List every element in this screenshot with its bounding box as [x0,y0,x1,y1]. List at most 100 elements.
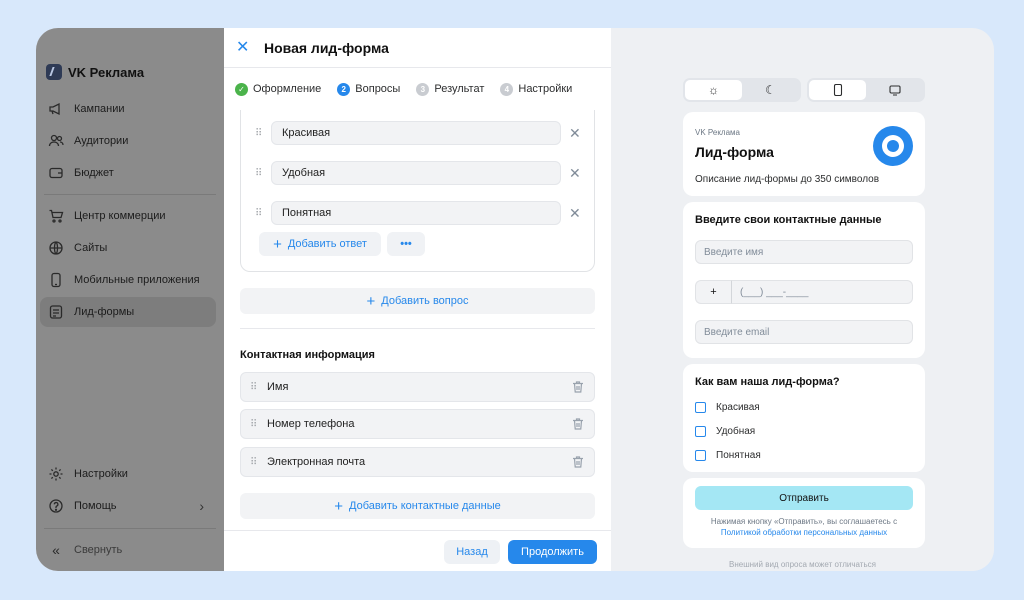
sidebar-item-label: Аудитории [74,135,129,147]
wallet-icon [48,165,64,181]
preview-name-input[interactable]: Введите имя [695,240,913,264]
step-label: Оформление [253,83,322,95]
remove-answer-icon[interactable]: ✕ [569,205,581,222]
preview-note: Внешний вид опроса может отличаться [729,560,876,569]
close-icon[interactable]: ✕ [236,39,250,55]
sidebar-item-label: Мобильные приложения [74,274,200,286]
contact-field-row[interactable]: ⠿ Имя [240,372,595,402]
trash-icon[interactable] [571,417,585,431]
contact-field-row[interactable]: ⠿ Электронная почта [240,447,595,477]
add-contact-label: Добавить контактные данные [349,500,501,512]
divider [240,328,595,329]
trash-icon[interactable] [571,380,585,394]
more-options-button[interactable]: ••• [387,232,425,256]
sidebar-divider [44,194,216,195]
moon-icon[interactable]: ☾ [742,80,799,100]
sidebar-item-sites[interactable]: Сайты [40,233,216,263]
drag-handle-icon[interactable]: ⠿ [255,168,271,179]
sidebar-item-lead-forms[interactable]: Лид-формы [40,297,216,327]
continue-button[interactable]: Продолжить [508,540,597,564]
step-label: Результат [434,83,485,95]
contact-field-label: Номер телефона [267,418,355,430]
plus-icon: + [334,497,344,515]
smartphone-icon [48,272,64,288]
gear-icon [48,466,64,482]
step-number: 3 [416,82,430,96]
answer-input[interactable]: Красивая [271,121,561,145]
preview-contact-card: Введите свои контактные данные Введите и… [683,202,925,358]
drag-handle-icon[interactable]: ⠿ [255,128,271,139]
checkbox[interactable] [695,426,706,437]
sidebar-item-label: Центр коммерции [74,210,166,222]
desktop-device-icon[interactable] [866,80,923,100]
preview-contact-title: Введите свои контактные данные [695,214,882,226]
device-toggle [807,78,925,102]
preview-phone-input[interactable]: (___) ___-____ [731,280,913,304]
check-icon: ✓ [235,82,248,96]
sidebar-item-label: Сайты [74,242,108,254]
answer-input[interactable]: Удобная [271,161,561,185]
form-logo-icon [873,126,913,166]
step-label: Настройки [518,83,573,95]
vk-ads-logo-icon [46,64,62,80]
checkbox[interactable] [695,402,706,413]
sidebar-collapse-label: Свернуть [74,544,123,556]
sidebar-item-campaigns[interactable]: Кампании [40,94,216,124]
mobile-device-icon[interactable] [809,80,866,100]
remove-answer-icon[interactable]: ✕ [569,165,581,182]
back-button[interactable]: Назад [444,540,500,564]
sidebar-item-audiences[interactable]: Аудитории [40,126,216,156]
sidebar-item-help[interactable]: Помощь › [40,491,216,521]
plus-icon: + [273,235,282,253]
users-icon [48,133,64,149]
add-contact-button[interactable]: + Добавить контактные данные [240,493,595,519]
answer-input[interactable]: Понятная [271,201,561,225]
preview-option[interactable]: Удобная [695,426,755,437]
step-number: 4 [500,82,514,96]
sidebar-item-commerce[interactable]: Центр коммерции [40,201,216,231]
question-card: ⠿ Красивая ✕ ⠿ Удобная ✕ ⠿ Понятная ✕ + … [240,110,595,272]
preview-question-card: Как вам наша лид-форма? Красивая Удобная… [683,364,925,472]
drag-handle-icon[interactable]: ⠿ [250,457,267,468]
sidebar-collapse[interactable]: « Свернуть [40,535,216,565]
double-chevron-left-icon: « [52,542,60,558]
preview-title: Лид-форма [695,144,774,160]
answer-row: ⠿ Красивая ✕ [255,120,585,146]
help-icon [48,498,64,514]
legal-text: Нажимая кнопку «Отправить», вы соглашает… [710,517,898,526]
preview-option[interactable]: Красивая [695,402,760,413]
preview-email-input[interactable]: Введите email [695,320,913,344]
drag-handle-icon[interactable]: ⠿ [250,382,267,393]
page-title: Новая лид-форма [264,39,389,56]
step-design[interactable]: ✓ Оформление [235,82,322,96]
privacy-policy-link[interactable]: Политикой обработки персональных данных [721,528,887,537]
option-label: Удобная [716,426,756,437]
phone-preview: VK Реклама Лид-форма Описание лид-формы … [683,112,925,548]
sidebar-item-apps[interactable]: Мобильные приложения [40,265,216,295]
option-label: Понятная [716,450,761,461]
editor-header: ✕ Новая лид-форма [224,28,611,68]
contact-field-row[interactable]: ⠿ Номер телефона [240,409,595,439]
drag-handle-icon[interactable]: ⠿ [255,208,271,219]
option-label: Красивая [716,402,760,413]
step-result[interactable]: 3 Результат [416,82,485,96]
sidebar: VK Реклама Кампании Аудитории Бюджет Цен… [36,28,224,571]
step-questions[interactable]: 2 Вопросы [337,82,400,96]
add-question-button[interactable]: + Добавить вопрос [240,288,595,314]
sidebar-item-label: Кампании [74,103,125,115]
sidebar-item-settings[interactable]: Настройки [40,459,216,489]
drag-handle-icon[interactable]: ⠿ [250,419,267,430]
sidebar-item-budget[interactable]: Бюджет [40,158,216,188]
trash-icon[interactable] [571,455,585,469]
checkbox[interactable] [695,450,706,461]
brand[interactable]: VK Реклама [46,64,144,80]
stepper: ✓ Оформление 2 Вопросы 3 Результат 4 Нас… [224,68,611,110]
sun-icon[interactable]: ☼ [685,80,742,100]
sidebar-divider [44,528,216,529]
preview-phone-prefix[interactable]: + [695,280,731,304]
step-settings[interactable]: 4 Настройки [500,82,573,96]
preview-option[interactable]: Понятная [695,450,761,461]
remove-answer-icon[interactable]: ✕ [569,125,581,142]
submit-button[interactable]: Отправить [695,486,913,510]
add-answer-button[interactable]: + Добавить ответ [259,232,381,256]
